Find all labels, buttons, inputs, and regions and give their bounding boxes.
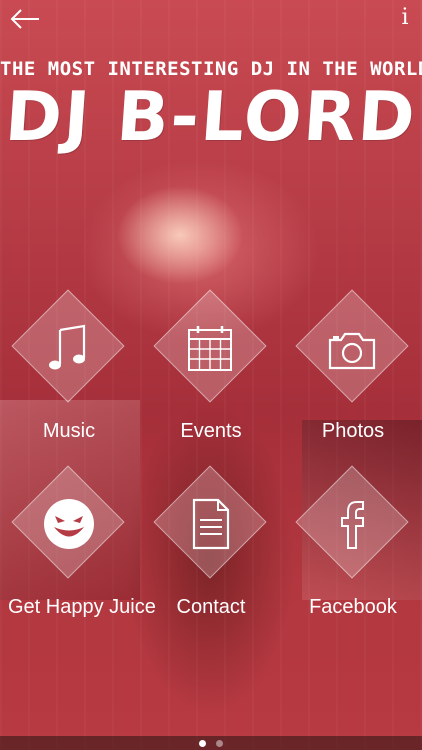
music-note-icon <box>49 324 86 370</box>
menu-label-music: Music <box>42 420 96 442</box>
menu-item-facebook[interactable]: Facebook <box>292 465 422 636</box>
menu-item-music[interactable]: Music <box>8 289 150 460</box>
menu-label-photos: Photos <box>321 420 385 442</box>
menu-label-events: Events <box>180 420 242 442</box>
menu-grid: Music Events Photos Get Happy Juice Cont… <box>0 0 422 750</box>
document-icon <box>192 498 230 550</box>
menu-label-contact: Contact <box>176 596 246 618</box>
menu-item-photos[interactable]: Photos <box>292 289 422 460</box>
calendar-icon <box>188 326 232 371</box>
menu-label-facebook: Facebook <box>309 596 397 618</box>
camera-icon <box>328 332 376 370</box>
page-indicator <box>0 736 422 750</box>
menu-item-contact[interactable]: Contact <box>150 465 292 636</box>
page-dot[interactable] <box>216 740 223 747</box>
menu-item-get-happy-juice[interactable]: Get Happy Juice <box>8 465 156 636</box>
smiley-icon <box>44 499 94 549</box>
menu-label-get-happy-juice: Get Happy Juice <box>8 596 156 618</box>
facebook-icon <box>341 501 364 549</box>
menu-item-events[interactable]: Events <box>150 289 292 460</box>
page-dot-active[interactable] <box>199 740 206 747</box>
